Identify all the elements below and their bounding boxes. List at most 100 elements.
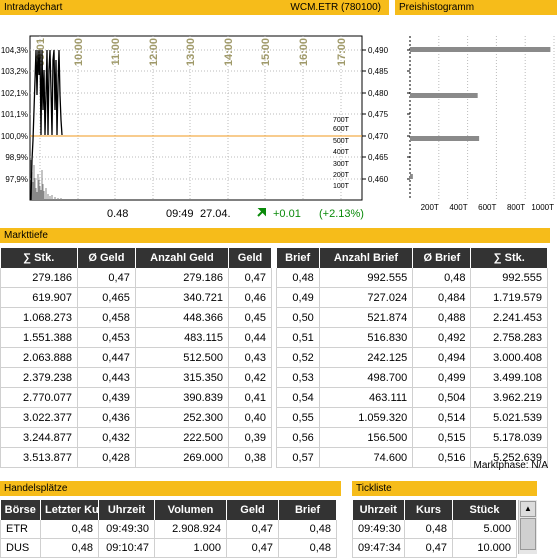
histogram-x-label: 800T — [507, 203, 525, 212]
table-row: 0,51 516.830 0,492 2.758.283 — [276, 327, 548, 348]
table-cell: 0,465 — [77, 287, 136, 308]
table-cell: 0,57 — [276, 447, 320, 468]
table-row: 3.022.377 0,436 252.300 0,40 — [0, 407, 272, 428]
time-label: 12:00 — [148, 38, 160, 66]
table-cell: 727.024 — [319, 287, 414, 308]
table-row: 279.186 0,47 279.186 0,47 — [0, 268, 272, 288]
table-cell: 0,53 — [276, 367, 320, 388]
table-cell: 0,49 — [276, 287, 320, 308]
volume-label: 400T — [333, 149, 350, 156]
table-cell: 992.555 — [470, 268, 548, 288]
table-cell: 0,432 — [77, 427, 136, 448]
table-cell: 0,48 — [276, 268, 320, 288]
y-left-label: 102,1% — [1, 89, 28, 98]
table-cell: 09:10:47 — [98, 538, 155, 558]
time-label: 17:00 — [336, 38, 348, 66]
volume-label: 600T — [333, 126, 350, 133]
histogram-x-label: 600T — [478, 203, 496, 212]
tick-scrollbar[interactable]: ▲ — [518, 500, 537, 554]
table-row: DUS 0,48 09:10:47 1.000 0,47 0,48 — [0, 538, 337, 558]
arrow-up-right-icon — [256, 206, 268, 221]
table-cell: 09:49:30 — [352, 520, 405, 539]
y-right-label: 0,490 — [368, 46, 389, 55]
table-cell: 0,45 — [228, 307, 272, 328]
table-row: 3.513.877 0,428 269.000 0,38 — [0, 447, 272, 468]
histogram-header: Preishistogramm — [395, 0, 557, 15]
symbol-label: WCM.ETR (780100) — [290, 2, 381, 13]
table-cell: 0,43 — [228, 347, 272, 368]
scroll-up-button[interactable]: ▲ — [520, 501, 536, 517]
change-absolute: +0.01 — [273, 208, 301, 220]
table-cell: 1.551.388 — [0, 327, 78, 348]
bid-table: ∑ Stk. Ø Geld Anzahl Geld Geld 279.186 0,47 2… — [0, 248, 272, 468]
histogram-bar — [410, 93, 478, 98]
column-header: Kurs — [404, 500, 453, 520]
histogram-bar — [410, 174, 413, 179]
quote-date: 27.04. — [200, 208, 231, 220]
column-header: Ø Geld — [77, 248, 136, 268]
table-row: 1.068.273 0,458 448.366 0,45 — [0, 307, 272, 328]
column-header: Uhrzeit — [98, 500, 155, 520]
table-row: 0,54 463.111 0,504 3.962.219 — [276, 387, 548, 408]
table-row: 0,52 242.125 0,494 3.000.408 — [276, 347, 548, 368]
table-cell: 2.063.888 — [0, 347, 78, 368]
histogram-bar — [410, 47, 551, 52]
time-label: 16:00 — [298, 38, 310, 66]
quote-time: 09:49 — [166, 208, 194, 220]
y-right-label: 0,470 — [368, 132, 389, 141]
table-row: 619.907 0,465 340.721 0,46 — [0, 287, 272, 308]
column-header: ∑ Stk. — [0, 248, 78, 268]
table-cell: 0,47 — [226, 538, 279, 558]
table-cell: 0,447 — [77, 347, 136, 368]
table-cell: 0,48 — [278, 520, 337, 539]
table-cell: 09:49:30 — [98, 520, 155, 539]
y-left-label: 101,1% — [1, 110, 28, 119]
table-cell: 2.908.924 — [154, 520, 227, 539]
markttiefe-title: Markttiefe — [4, 230, 48, 241]
table-cell: 521.874 — [319, 307, 414, 328]
table-cell: 1.000 — [154, 538, 227, 558]
table-cell: 463.111 — [319, 387, 414, 408]
time-label: 10:00 — [73, 38, 85, 66]
time-label: 14:00 — [223, 38, 235, 66]
table-cell: 340.721 — [135, 287, 230, 308]
table-cell: 448.366 — [135, 307, 230, 328]
table-cell: 252.300 — [135, 407, 230, 428]
table-cell: 483.115 — [135, 327, 230, 348]
y-left-label: 100,0% — [1, 132, 28, 141]
intraday-title: Intradaychart — [4, 2, 63, 13]
column-header: Anzahl Brief — [319, 248, 414, 268]
scroll-thumb[interactable] — [520, 518, 536, 550]
change-percent: (+2.13%) — [319, 208, 364, 220]
table-cell: 5.021.539 — [470, 407, 548, 428]
table-cell: 0,47 — [228, 268, 272, 288]
table-cell: 0,48 — [40, 538, 99, 558]
table-row: 2.063.888 0,447 512.500 0,43 — [0, 347, 272, 368]
table-cell: 0,48 — [412, 268, 472, 288]
table-cell: DUS — [0, 538, 41, 558]
time-label: 11:00 — [110, 38, 122, 66]
table-cell: 2.241.453 — [470, 307, 548, 328]
table-cell: 09:47:34 — [352, 538, 405, 558]
table-cell: 0,50 — [276, 307, 320, 328]
table-row: 1.551.388 0,453 483.115 0,44 — [0, 327, 272, 348]
y-right-label: 0,465 — [368, 153, 389, 162]
table-cell: 0,443 — [77, 367, 136, 388]
y-left-label: 98,9% — [5, 153, 28, 162]
table-cell: 0,436 — [77, 407, 136, 428]
table-cell: 0,494 — [412, 347, 472, 368]
table-cell: 3.022.377 — [0, 407, 78, 428]
table-cell: 2.770.077 — [0, 387, 78, 408]
y-right-label: 0,485 — [368, 67, 389, 76]
table-row: 0,48 992.555 0,48 992.555 — [276, 268, 548, 288]
table-cell: 0,55 — [276, 407, 320, 428]
table-cell: 0,504 — [412, 387, 472, 408]
table-cell: 0,458 — [77, 307, 136, 328]
table-cell: 0,439 — [77, 387, 136, 408]
y-right-label: 0,480 — [368, 89, 389, 98]
table-cell: 512.500 — [135, 347, 230, 368]
table-cell: 0,514 — [412, 407, 472, 428]
table-row: 2.379.238 0,443 315.350 0,42 — [0, 367, 272, 388]
table-cell: 0,42 — [228, 367, 272, 388]
table-row: 2.770.077 0,439 390.839 0,41 — [0, 387, 272, 408]
